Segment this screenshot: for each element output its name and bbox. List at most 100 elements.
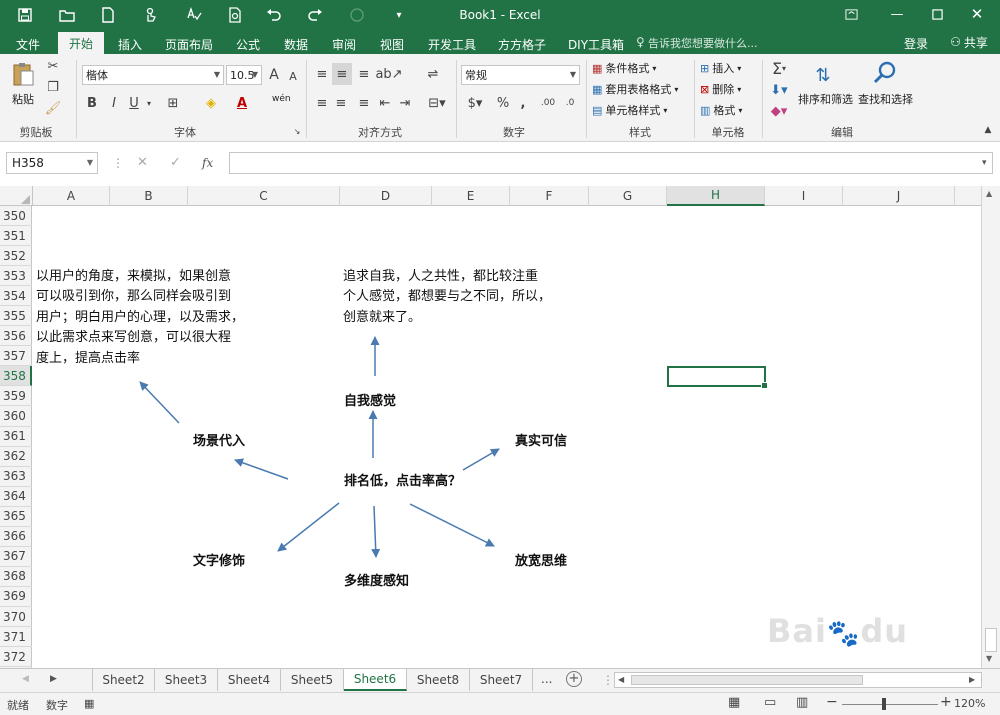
cell-styles-button[interactable]: ▤ 单元格样式 ▾: [592, 102, 667, 118]
select-all-corner[interactable]: [0, 186, 33, 206]
column-header[interactable]: B: [110, 186, 188, 206]
paste-button[interactable]: 粘贴: [12, 91, 34, 107]
format-as-table-button[interactable]: ▦ 套用表格格式 ▾: [592, 81, 678, 97]
sort-filter-button[interactable]: 排序和筛选: [798, 91, 853, 107]
fill-color-icon[interactable]: ◈: [202, 94, 220, 112]
clear-icon[interactable]: ◆▾: [766, 102, 792, 120]
more-sheets-icon[interactable]: ...: [541, 672, 552, 686]
fill-icon[interactable]: ⬇▾: [766, 81, 792, 99]
font-name-select[interactable]: 楷体 ▼: [82, 65, 224, 85]
insert-function-icon[interactable]: fx: [202, 156, 213, 170]
close-icon[interactable]: ✕: [966, 4, 988, 24]
underline-dropdown-icon[interactable]: ▾: [144, 94, 154, 112]
page-break-view-icon[interactable]: ▥: [796, 695, 808, 710]
align-right-icon[interactable]: ≡: [355, 94, 373, 112]
row-header[interactable]: 366: [0, 527, 32, 547]
font-color-icon[interactable]: A: [233, 94, 251, 112]
next-sheet-icon[interactable]: ▶: [50, 674, 57, 684]
tell-me-input[interactable]: 告诉我您想要做什么...: [648, 35, 758, 51]
tab-diy-toolbox[interactable]: DIY工具箱: [564, 34, 628, 54]
row-header[interactable]: 351: [0, 226, 32, 247]
column-header[interactable]: J: [843, 186, 955, 206]
row-header[interactable]: 368: [0, 567, 32, 587]
sheet-tab-sheet4[interactable]: Sheet4: [218, 669, 281, 691]
tab-data[interactable]: 数据: [276, 34, 316, 54]
tab-formulas[interactable]: 公式: [228, 34, 268, 54]
scroll-right-icon[interactable]: ▶: [969, 675, 975, 684]
sheet-tab-sheet3[interactable]: Sheet3: [155, 669, 218, 691]
share-button[interactable]: ⚇ 共享: [940, 32, 998, 52]
align-center-icon[interactable]: ≡: [332, 94, 350, 112]
maximize-icon[interactable]: [926, 4, 948, 24]
add-sheet-icon[interactable]: +: [566, 671, 582, 687]
shrink-font-icon[interactable]: A: [285, 67, 301, 85]
row-header[interactable]: 352: [0, 246, 32, 267]
normal-view-icon[interactable]: ▦: [728, 695, 740, 710]
scroll-up-icon[interactable]: ▲: [986, 189, 992, 198]
align-middle-icon[interactable]: ≡: [332, 63, 352, 85]
comma-style-icon[interactable]: ,: [514, 94, 532, 112]
enter-icon[interactable]: ✓: [170, 155, 181, 170]
row-header[interactable]: 350: [0, 206, 32, 226]
row-header[interactable]: 359: [0, 386, 32, 407]
row-header[interactable]: 371: [0, 627, 32, 648]
decrease-indent-icon[interactable]: ⇤: [376, 94, 394, 112]
insert-cells-button[interactable]: ⊞ 插入 ▾: [700, 60, 741, 76]
tab-fangfang[interactable]: 方方格子: [492, 34, 552, 54]
tab-developer[interactable]: 开发工具: [422, 34, 482, 54]
prev-sheet-icon[interactable]: ◀: [22, 674, 29, 684]
tab-insert[interactable]: 插入: [108, 34, 152, 54]
minimize-icon[interactable]: —: [886, 4, 908, 24]
formula-input[interactable]: [229, 152, 993, 174]
row-header[interactable]: 355: [0, 306, 32, 327]
row-header[interactable]: 361: [0, 427, 32, 447]
column-header-selected[interactable]: H: [667, 186, 765, 206]
cut-icon[interactable]: ✂: [44, 58, 62, 74]
tab-home[interactable]: 开始: [58, 32, 104, 54]
wrap-text-icon[interactable]: ⇌: [424, 65, 442, 83]
conditional-format-button[interactable]: ▦ 条件格式 ▾: [592, 60, 656, 76]
row-header[interactable]: 354: [0, 286, 32, 307]
row-header[interactable]: 370: [0, 607, 32, 627]
zoom-slider[interactable]: [842, 704, 938, 705]
percent-icon[interactable]: %: [494, 94, 512, 112]
decrease-decimal-icon[interactable]: .0: [560, 94, 580, 112]
tab-review[interactable]: 审阅: [324, 34, 364, 54]
name-box[interactable]: H358 ▼: [6, 152, 98, 174]
orientation-icon[interactable]: ab↗: [375, 65, 402, 83]
align-left-icon[interactable]: ≡: [313, 94, 331, 112]
column-header[interactable]: I: [765, 186, 843, 206]
accounting-format-icon[interactable]: $▾: [462, 94, 488, 112]
scroll-left-icon[interactable]: ◀: [618, 675, 624, 684]
macro-record-icon[interactable]: ▦: [84, 697, 94, 710]
row-header[interactable]: 365: [0, 507, 32, 527]
tab-splitter-icon[interactable]: ⋮: [602, 673, 614, 687]
tab-view[interactable]: 视图: [372, 34, 412, 54]
increase-indent-icon[interactable]: ⇥: [396, 94, 414, 112]
sheet-tab-sheet2[interactable]: Sheet2: [92, 669, 155, 691]
font-size-select[interactable]: 10.5 ▼: [226, 65, 262, 85]
number-format-select[interactable]: 常规 ▼: [461, 65, 580, 85]
paste-icon[interactable]: [10, 60, 36, 88]
column-header[interactable]: D: [340, 186, 432, 206]
ribbon-display-icon[interactable]: [840, 4, 862, 24]
phonetic-button[interactable]: wén: [272, 94, 291, 104]
sheet-tab-sheet5[interactable]: Sheet5: [281, 669, 344, 691]
tab-page-layout[interactable]: 页面布局: [160, 34, 218, 54]
column-header[interactable]: F: [510, 186, 589, 206]
cancel-icon[interactable]: ✕: [137, 155, 148, 170]
sort-filter-icon[interactable]: ⇅: [808, 60, 838, 90]
grow-font-icon[interactable]: A: [266, 66, 282, 84]
row-header[interactable]: 357: [0, 346, 32, 367]
login-button[interactable]: 登录: [904, 35, 928, 52]
find-select-button[interactable]: 查找和选择: [858, 91, 913, 107]
worksheet-grid[interactable]: 以用户的角度，来模拟，如果创意 可以吸引到你，那么同样会吸引到 用户；明白用户的…: [33, 206, 981, 668]
row-header[interactable]: 364: [0, 487, 32, 507]
row-header[interactable]: 360: [0, 407, 32, 427]
sheet-tab-sheet6[interactable]: Sheet6: [344, 669, 407, 691]
sheet-tab-sheet8[interactable]: Sheet8: [407, 669, 470, 691]
bold-button[interactable]: B: [84, 94, 100, 112]
underline-button[interactable]: U: [126, 94, 142, 112]
borders-icon[interactable]: ⊞: [164, 94, 182, 112]
zoom-out-icon[interactable]: −: [826, 694, 838, 710]
